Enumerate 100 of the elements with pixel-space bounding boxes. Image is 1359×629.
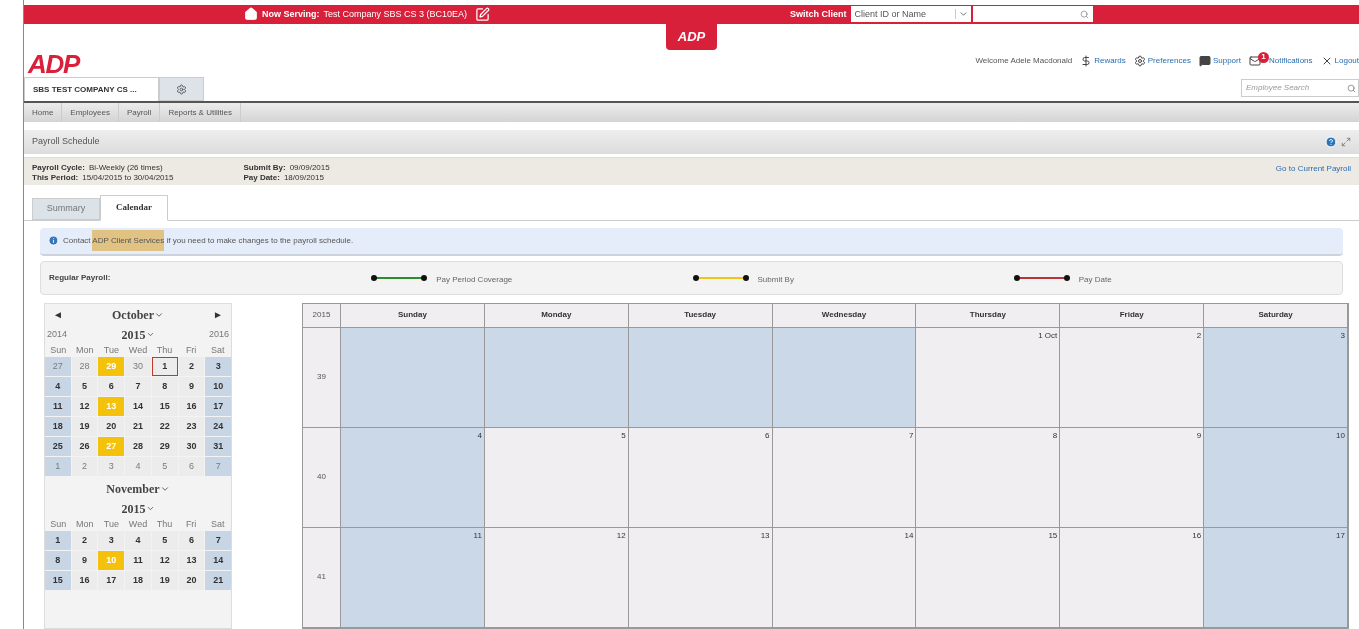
calendar-day[interactable]: 22 <box>151 417 178 436</box>
calendar-day[interactable]: 16 <box>71 571 98 590</box>
calendar-day[interactable]: 11 <box>125 551 151 570</box>
client-search-field[interactable] <box>972 6 1093 23</box>
calendar-day[interactable]: 6 <box>178 531 205 550</box>
calendar-day[interactable]: 30 <box>178 437 205 456</box>
calendar-day[interactable]: 23 <box>178 417 205 436</box>
mail-icon[interactable] <box>1248 55 1261 68</box>
nav-item[interactable]: Payroll <box>118 103 161 122</box>
nav-item[interactable]: Home <box>24 103 63 122</box>
next-month-button[interactable]: ► <box>209 307 227 323</box>
calendar-day[interactable]: 29 <box>151 437 178 456</box>
calendar-day[interactable]: 31 <box>205 437 231 456</box>
calendar-day[interactable]: 4 <box>45 377 71 396</box>
calendar-cell[interactable]: 1 Oct <box>916 328 1061 428</box>
calendar-day[interactable]: 20 <box>178 571 205 590</box>
calendar-day[interactable]: 15 <box>45 571 71 590</box>
search-icon[interactable] <box>1347 83 1356 93</box>
calendar-cell[interactable] <box>772 328 917 428</box>
calendar-day[interactable]: 21 <box>205 571 231 590</box>
calendar-day[interactable]: 8 <box>45 551 71 570</box>
calendar-day[interactable]: 18 <box>45 417 71 436</box>
calendar-day[interactable]: 25 <box>45 437 71 456</box>
tab[interactable]: Summary <box>32 198 100 220</box>
calendar-cell[interactable]: 7 <box>772 428 917 528</box>
calendar-day[interactable]: 17 <box>205 397 231 416</box>
help-icon[interactable] <box>1325 136 1337 148</box>
calendar-day[interactable]: 19 <box>151 571 178 590</box>
calendar-day[interactable]: 1 <box>45 531 71 550</box>
calendar-day[interactable]: 12 <box>71 397 98 416</box>
calendar-day[interactable]: 20 <box>98 417 125 436</box>
calendar-day[interactable]: 12 <box>151 551 178 570</box>
calendar-day[interactable]: 3 <box>98 531 125 550</box>
calendar-day[interactable]: 14 <box>205 551 231 570</box>
calendar-day[interactable]: 5 <box>151 531 178 550</box>
calendar-day[interactable]: 8 <box>151 377 178 396</box>
calendar-day[interactable]: 4 <box>125 457 151 476</box>
calendar-cell[interactable]: 5 <box>484 428 629 528</box>
calendar-day[interactable]: 5 <box>71 377 98 396</box>
calendar-day[interactable]: 4 <box>125 531 151 550</box>
calendar-day[interactable]: 13 <box>178 551 205 570</box>
calendar-day[interactable]: 17 <box>98 571 125 590</box>
calendar-day[interactable]: 14 <box>125 397 151 416</box>
settings-tab[interactable] <box>159 77 204 102</box>
tab[interactable]: Calendar <box>100 195 168 221</box>
calendar-day[interactable]: 1 <box>151 357 178 376</box>
previous-month-button[interactable]: ◄ <box>49 307 67 323</box>
nav-item[interactable]: Reports & Utilities <box>160 103 241 122</box>
calendar-day[interactable]: 2 <box>178 357 205 376</box>
calendar-day[interactable]: 5 <box>151 457 178 476</box>
calendar-day[interactable]: 28 <box>125 437 151 456</box>
calendar-day[interactable]: 30 <box>125 357 151 376</box>
calendar-day[interactable]: 7 <box>205 531 231 550</box>
next-year-link[interactable]: 2016 <box>208 328 229 342</box>
calendar-cell[interactable]: 2 <box>1060 328 1205 428</box>
calendar-day[interactable]: 21 <box>125 417 151 436</box>
logo-tab[interactable]: ADP <box>665 23 718 50</box>
client-select[interactable]: Client ID or Name <box>850 6 971 23</box>
calendar-day[interactable]: 9 <box>178 377 205 396</box>
calendar-day[interactable]: 2 <box>71 457 98 476</box>
calendar-cell[interactable]: 11 <box>341 528 485 628</box>
calendar-day[interactable]: 2 <box>71 531 98 550</box>
calendar-day[interactable]: 26 <box>71 437 98 456</box>
client-services-link[interactable]: ADP Client Services <box>92 230 165 251</box>
calendar-day[interactable]: 6 <box>178 457 205 476</box>
user-menu-link[interactable]: Notifications <box>1268 55 1313 68</box>
calendar-cell[interactable]: 16 <box>1060 528 1205 628</box>
current-payroll-link[interactable]: Go to Current Payroll <box>1275 163 1351 175</box>
calendar-day[interactable]: 3 <box>205 357 231 376</box>
calendar-cell[interactable] <box>484 328 629 428</box>
user-menu-link[interactable]: Preferences <box>1147 55 1191 68</box>
calendar-day[interactable]: 9 <box>71 551 98 570</box>
calendar-day[interactable]: 3 <box>98 457 125 476</box>
calendar-day[interactable]: 19 <box>71 417 98 436</box>
chat-icon[interactable] <box>1198 55 1211 68</box>
calendar-cell[interactable]: 6 <box>628 428 773 528</box>
calendar-cell[interactable]: 17 <box>1204 528 1348 628</box>
calendar-cell[interactable]: 10 <box>1204 428 1348 528</box>
calendar-cell[interactable]: 12 <box>484 528 629 628</box>
calendar-day[interactable]: 18 <box>125 571 151 590</box>
calendar-day[interactable]: 10 <box>205 377 231 396</box>
calendar-cell[interactable]: 14 <box>772 528 917 628</box>
calendar-cell[interactable]: 9 <box>1060 428 1205 528</box>
calendar-day[interactable]: 6 <box>98 377 125 396</box>
calendar-day[interactable]: 11 <box>45 397 71 416</box>
user-menu-link[interactable]: Rewards <box>1094 55 1126 68</box>
calendar-cell[interactable]: 8 <box>916 428 1061 528</box>
calendar-day[interactable]: 15 <box>151 397 178 416</box>
calendar-day[interactable]: 7 <box>125 377 151 396</box>
gear-icon[interactable] <box>1133 55 1146 68</box>
calendar-cell[interactable]: 13 <box>628 528 773 628</box>
edit-icon[interactable] <box>475 6 491 22</box>
calendar-day[interactable]: 24 <box>205 417 231 436</box>
calendar-cell[interactable]: 4 <box>341 428 485 528</box>
dollar-icon[interactable] <box>1080 55 1093 68</box>
previous-year-link[interactable]: 2014 <box>47 328 68 342</box>
calendar-cell[interactable] <box>628 328 773 428</box>
calendar-cell[interactable]: 15 <box>916 528 1061 628</box>
calendar-cell[interactable] <box>341 328 485 428</box>
expand-icon[interactable] <box>1341 137 1351 147</box>
